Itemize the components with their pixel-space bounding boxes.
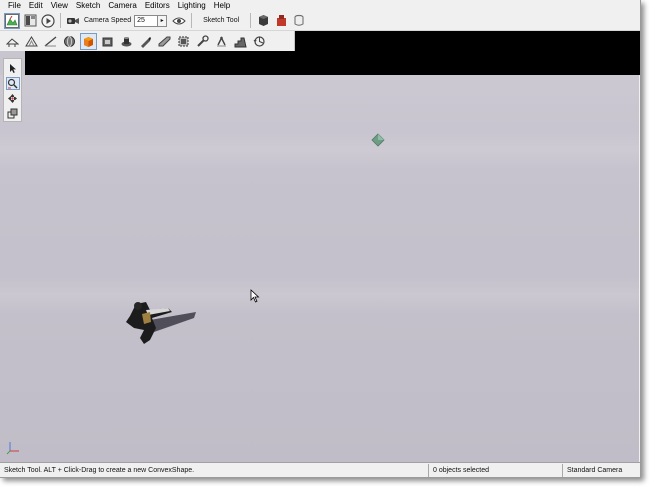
wrench-tool-icon <box>196 34 209 48</box>
player-character[interactable] <box>120 300 200 350</box>
terrain-editor-button[interactable] <box>4 12 20 29</box>
selection-count: 0 objects selected <box>428 463 562 477</box>
cube-tool-icon <box>82 35 95 48</box>
sphere-tool-icon <box>63 35 76 48</box>
stairs-tool-button[interactable] <box>232 33 249 50</box>
camera-mode[interactable]: Standard Camera <box>562 463 640 477</box>
scale-tool-button[interactable] <box>6 107 20 120</box>
move-icon <box>7 93 18 104</box>
menu-file[interactable]: File <box>4 0 25 11</box>
toolbar-separator <box>191 13 193 28</box>
scale-icon <box>7 108 18 119</box>
toolbar-separator <box>60 13 61 28</box>
camera-speed-label: Camera Speed <box>84 17 132 24</box>
horizon-haze <box>0 130 639 170</box>
side-toolbar <box>3 58 22 122</box>
bevel-tool-icon <box>158 35 171 48</box>
zoom-tool-button[interactable] <box>5 77 20 90</box>
hollow-tool-button[interactable] <box>118 33 135 50</box>
menu-view[interactable]: View <box>47 0 72 11</box>
box-tool-button[interactable] <box>4 33 21 50</box>
gui-editor-button[interactable] <box>22 13 38 29</box>
select-face-icon <box>177 35 190 48</box>
spawn-marker-icon[interactable] <box>371 133 385 147</box>
toolbar-separator <box>250 13 252 28</box>
menu-sketch[interactable]: Sketch <box>72 0 104 11</box>
camera-orbit-icon <box>253 35 266 48</box>
move-tool-button[interactable] <box>6 92 20 105</box>
menu-edit[interactable]: Edit <box>25 0 47 11</box>
database-icon <box>293 14 305 27</box>
line-tool-icon <box>44 35 57 48</box>
status-message: Sketch Tool. ALT + Click-Drag to create … <box>4 466 195 474</box>
shape-button[interactable] <box>273 13 289 29</box>
menu-help[interactable]: Help <box>210 0 234 11</box>
triangle-tool-button[interactable] <box>23 33 40 50</box>
visibility-button[interactable] <box>171 13 187 29</box>
speed-arrow-icon: ▸ <box>160 17 164 24</box>
menu-lighting[interactable]: Lighting <box>174 0 210 11</box>
mouse-cursor-icon <box>250 289 260 303</box>
menu-camera[interactable]: Camera <box>104 0 140 11</box>
bevel-tool-button[interactable] <box>156 33 173 50</box>
menu-editors[interactable]: Editors <box>141 0 174 11</box>
editor-window: File Edit View Sketch Camera Editors Lig… <box>0 0 641 478</box>
gui-editor-icon <box>24 14 37 27</box>
terrain-editor-icon <box>5 13 19 28</box>
sketch-toolbar <box>0 31 295 51</box>
hollow-tool-icon <box>120 35 133 48</box>
scene-viewport[interactable] <box>0 75 639 462</box>
select-arrow-icon <box>8 63 18 74</box>
axis-gizmo-icon <box>6 439 22 455</box>
zoom-icon <box>7 78 18 89</box>
camera-speed-dropdown[interactable]: ▸ <box>158 14 168 27</box>
play-icon <box>41 13 55 28</box>
main-toolbar: Camera Speed 25 ▸ Sketch Tool <box>0 11 640 31</box>
status-bar: Sketch Tool. ALT + Click-Drag to create … <box>0 462 640 477</box>
sphere-tool-button[interactable] <box>61 33 78 50</box>
pen-tool-icon <box>139 35 152 48</box>
cube-tool-button[interactable] <box>80 32 97 50</box>
camera-icon <box>66 15 80 27</box>
select-face-button[interactable] <box>175 33 192 50</box>
database-button[interactable] <box>291 13 307 29</box>
menu-bar: File Edit View Sketch Camera Editors Lig… <box>0 0 640 11</box>
sketch-tool-label: Sketch Tool <box>203 17 240 24</box>
clip-tool-icon <box>215 35 228 48</box>
material-button[interactable] <box>255 13 271 29</box>
play-button[interactable] <box>40 13 56 29</box>
wrench-tool-button[interactable] <box>194 33 211 50</box>
visibility-eye-icon <box>172 15 186 27</box>
triangle-tool-icon <box>25 35 38 48</box>
box-tool-icon <box>6 35 19 48</box>
camera-speed-input[interactable]: 25 <box>134 14 159 27</box>
camera-orbit-button[interactable] <box>251 33 268 50</box>
pen-tool-button[interactable] <box>137 33 154 50</box>
shape-icon <box>275 14 288 27</box>
clip-tool-button[interactable] <box>213 33 230 50</box>
ground-haze <box>0 275 639 315</box>
material-sphere-icon <box>257 14 270 27</box>
extrude-tool-button[interactable] <box>99 33 116 50</box>
line-tool-button[interactable] <box>42 33 59 50</box>
extrude-tool-icon <box>101 35 114 48</box>
camera-button[interactable] <box>65 13 81 29</box>
viewport-top-band-right <box>295 31 640 51</box>
stairs-tool-icon <box>234 35 247 48</box>
select-tool-button[interactable] <box>6 62 20 75</box>
